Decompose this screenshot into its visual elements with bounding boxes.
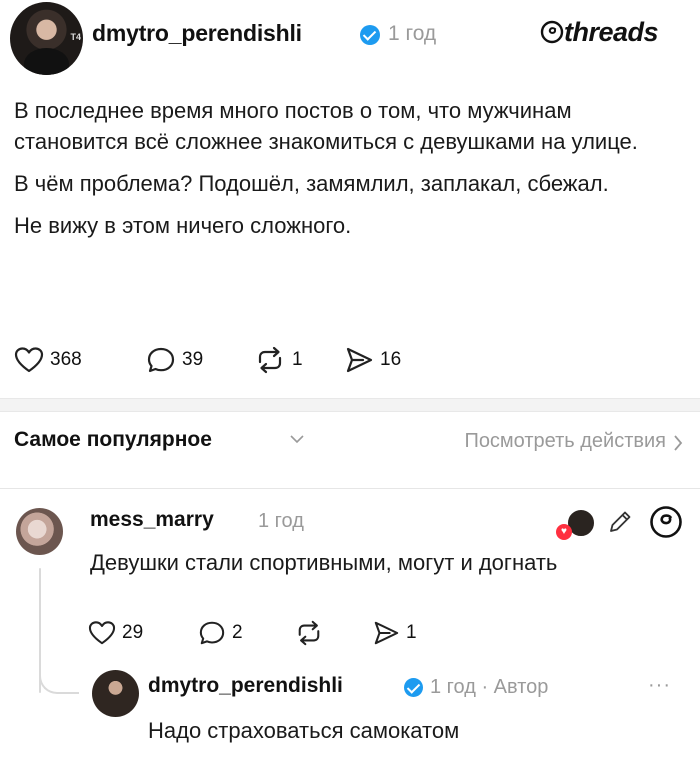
sort-dropdown[interactable]: Самое популярное (14, 428, 212, 452)
threads-brand-text: threads (564, 17, 659, 47)
post-paragraph: В чём проблема? Подошёл, замямлил, запла… (14, 171, 609, 196)
comment-button[interactable]: 39 (146, 345, 203, 375)
threads-logo-icon (540, 20, 564, 44)
author-reply-avatar[interactable] (92, 670, 139, 717)
author-reply-text: Надо страховаться самокатом (148, 718, 460, 743)
reply-share-count: 1 (406, 622, 417, 643)
like-button[interactable]: 368 (14, 345, 82, 375)
reply-text: Девушки стали спортивными, могут и догна… (90, 550, 558, 575)
reply-time: 1 год (258, 510, 304, 532)
sort-row: Самое популярное Посмотреть действия (14, 428, 686, 458)
post-username[interactable]: dmytro_perendishli (92, 20, 302, 47)
more-options-icon[interactable]: ··· (648, 674, 671, 697)
comment-icon (147, 347, 175, 373)
threads-logo: threads (540, 17, 659, 48)
share-button[interactable]: 16 (344, 345, 401, 375)
post-time: 1 год (388, 22, 437, 45)
chevron-right-icon[interactable] (672, 434, 684, 452)
reply-avatar[interactable] (16, 508, 63, 555)
chevron-down-icon[interactable] (289, 432, 305, 446)
comment-icon (199, 621, 225, 645)
comment-count: 39 (182, 349, 204, 370)
repost-count: 1 (292, 349, 303, 370)
reply-like-button[interactable]: 29 (88, 618, 143, 648)
post-header: T4 dmytro_perendishli 1 год threads (0, 0, 700, 80)
reply-comment-count: 2 (232, 622, 243, 643)
author-reply-meta: 1 год · Автор (430, 676, 549, 698)
share-count: 16 (380, 349, 402, 370)
liked-heart-icon: ♥ (556, 524, 572, 540)
repost-icon (258, 346, 282, 374)
author-reply-username[interactable]: dmytro_perendishli (148, 674, 343, 698)
post-paragraph: В последнее время много постов о том, чт… (14, 98, 638, 154)
author-avatar[interactable]: T4 (10, 2, 83, 75)
send-icon (346, 347, 373, 373)
reply-comment-button[interactable]: 2 (198, 618, 243, 648)
reply-repost-button[interactable] (294, 618, 324, 648)
reply-share-button[interactable]: 1 (372, 618, 417, 648)
post-paragraph: Не вижу в этом ничего сложного. (14, 213, 352, 238)
separator (0, 488, 700, 489)
reply-username[interactable]: mess_marry (90, 508, 214, 532)
like-count: 368 (50, 349, 82, 370)
pencil-icon[interactable] (605, 507, 635, 537)
view-activity-link[interactable]: Посмотреть действия (464, 430, 666, 453)
threads-icon[interactable] (648, 504, 684, 540)
repost-icon (298, 620, 320, 646)
reply-like-count: 29 (122, 622, 144, 643)
heart-icon (14, 347, 44, 373)
repost-button[interactable]: 1 (254, 345, 303, 375)
send-icon (374, 621, 399, 645)
post-body: В последнее время много постов о том, чт… (14, 95, 684, 252)
heart-icon (88, 621, 116, 645)
section-divider (0, 398, 700, 412)
thread-connector (39, 664, 79, 694)
verified-icon (404, 678, 423, 697)
verified-icon (360, 25, 380, 45)
